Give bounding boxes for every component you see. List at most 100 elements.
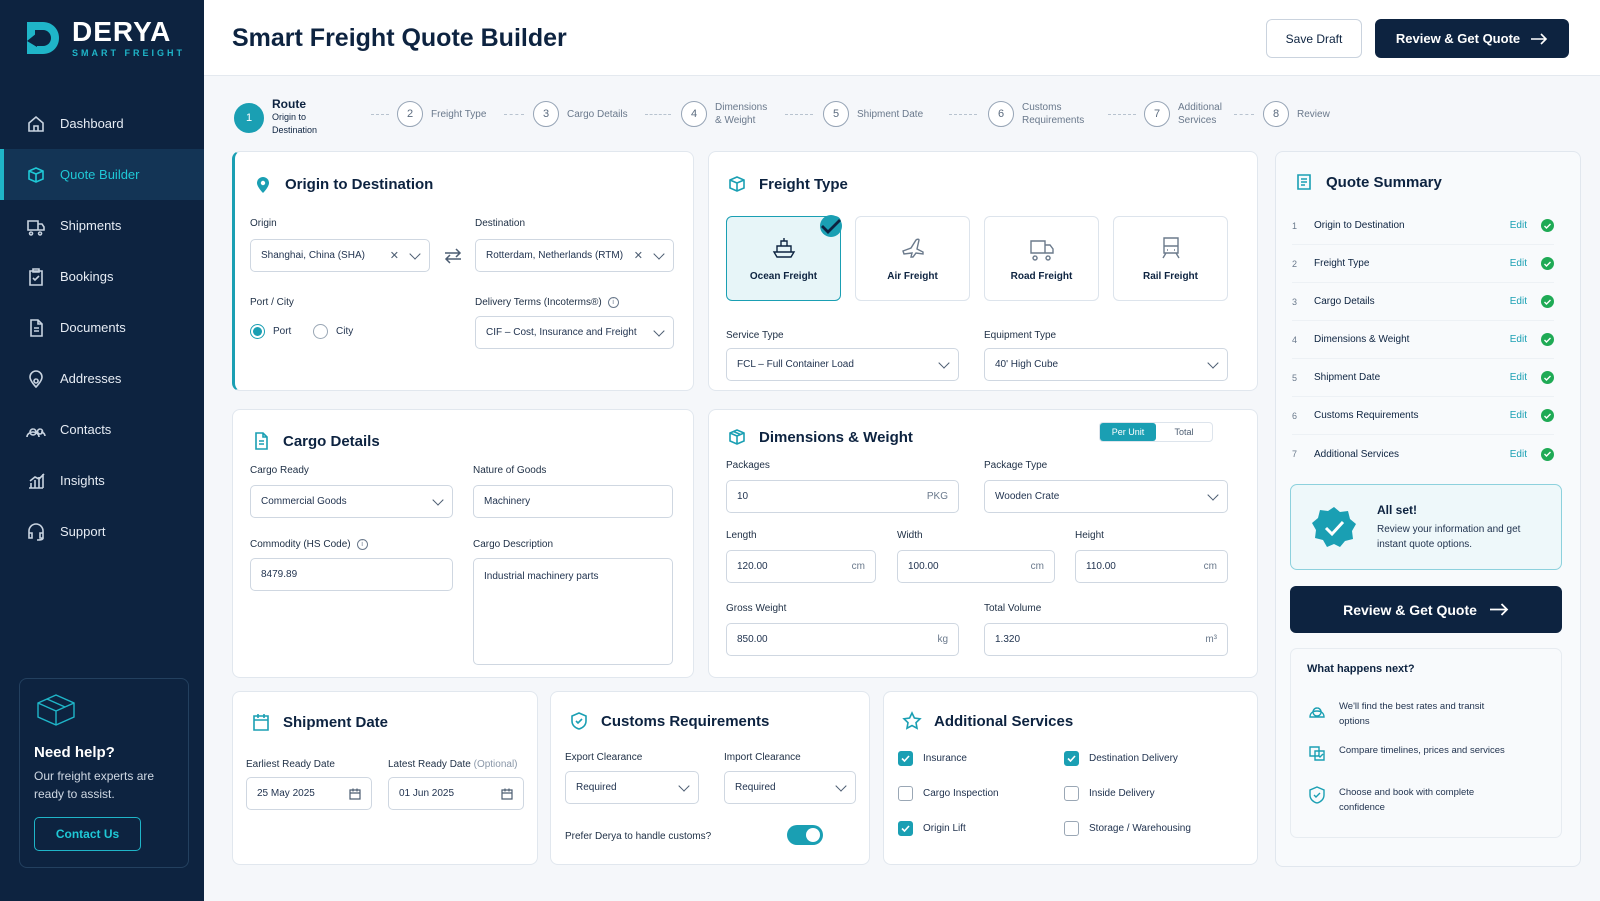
edit-link[interactable]: Edit [1510, 334, 1527, 345]
cargo-description-textarea[interactable]: Industrial machinery parts [473, 558, 673, 665]
services-title: Additional Services [934, 712, 1074, 730]
help-card: Need help? Our freight experts are ready… [19, 678, 189, 868]
summary-row: 4 Dimensions & Weight Edit [1292, 321, 1554, 359]
help-text: Our freight experts are ready to assist. [34, 769, 155, 801]
contact-us-button[interactable]: Contact Us [34, 817, 141, 851]
step-cargo-details[interactable]: 3 Cargo Details [533, 101, 628, 127]
edit-link[interactable]: Edit [1510, 372, 1527, 383]
total-volume-input[interactable]: 1.320 m³ [984, 623, 1228, 656]
step-freight-type[interactable]: 2 Freight Type [397, 101, 486, 127]
summary-row: 2 Freight Type Edit [1292, 245, 1554, 283]
all-set-title: All set! [1377, 503, 1418, 517]
packages-input[interactable]: 10 PKG [726, 480, 959, 513]
step-additional-services[interactable]: 7 Additional Services [1144, 101, 1233, 127]
service-storage[interactable]: Storage / Warehousing [1064, 821, 1191, 836]
summary-row-number: 1 [1292, 220, 1298, 231]
all-set-text: Review your information and get instant … [1377, 524, 1521, 550]
review-get-quote-button[interactable]: Review & Get Quote [1290, 586, 1562, 633]
review-get-quote-button[interactable]: Review & Get Quote [1375, 19, 1569, 58]
latest-date-optional: (Optional) [473, 759, 518, 770]
service-label: Storage / Warehousing [1089, 823, 1191, 834]
sidebar-item-insights[interactable]: Insights [0, 455, 204, 506]
destination-field[interactable]: Rotterdam, Netherlands (RTM) ✕ [475, 239, 674, 272]
step-number: 8 [1263, 101, 1289, 127]
edit-link[interactable]: Edit [1510, 220, 1527, 231]
step-dimensions-weight[interactable]: 4 Dimensions & Weight [681, 101, 775, 127]
latest-date-value: 01 Jun 2025 [399, 788, 455, 799]
service-type-select[interactable]: FCL – Full Container Load [726, 348, 959, 381]
per-unit-total-toggle[interactable]: Per Unit Total [1099, 422, 1213, 442]
edit-link[interactable]: Edit [1510, 296, 1527, 307]
user-icon [1309, 707, 1325, 718]
city-option-label: City [336, 326, 354, 337]
prefer-customs-toggle[interactable] [787, 825, 823, 845]
port-city-label: Port / City [250, 297, 294, 308]
summary-row: 5 Shipment Date Edit [1292, 359, 1554, 397]
earliest-date-input[interactable]: 25 May 2025 [246, 777, 372, 810]
freight-option-rail[interactable]: Rail Freight [1113, 216, 1228, 301]
equipment-type-select[interactable]: 40' High Cube [984, 348, 1228, 381]
save-draft-button[interactable]: Save Draft [1266, 19, 1362, 58]
height-input[interactable]: 110.00 cm [1075, 550, 1228, 583]
edit-link[interactable]: Edit [1510, 410, 1527, 421]
calendar-icon[interactable] [349, 788, 361, 800]
step-review[interactable]: 8 Review [1263, 101, 1330, 127]
service-inside-delivery[interactable]: Inside Delivery [1064, 786, 1155, 801]
origin-field[interactable]: Shanghai, China (SHA) ✕ [250, 239, 430, 272]
incoterms-label: Delivery Terms (Incoterms®) [475, 297, 602, 308]
clear-icon[interactable]: ✕ [634, 249, 643, 262]
header: Smart Freight Quote Builder Save Draft R… [204, 0, 1600, 76]
latest-date-input[interactable]: 01 Jun 2025 [388, 777, 524, 810]
summary-title: Quote Summary [1326, 173, 1442, 191]
edit-link[interactable]: Edit [1510, 449, 1527, 460]
calendar-icon[interactable] [501, 788, 513, 800]
step-route[interactable]: 1 Route Origin to Destination [234, 98, 342, 137]
hs-code-input[interactable]: 8479.89 [250, 558, 453, 591]
length-input[interactable]: 120.00 cm [726, 550, 876, 583]
freight-option-air[interactable]: Air Freight [855, 216, 970, 301]
sidebar-nav: Dashboard Quote Builder Shipments Bookin… [0, 98, 204, 557]
info-icon[interactable]: i [356, 539, 368, 550]
service-insurance[interactable]: Insurance [898, 751, 967, 766]
equipment-type-value: 40' High Cube [995, 359, 1059, 370]
step-shipment-date[interactable]: 5 Shipment Date [823, 101, 923, 127]
total-volume-unit: m³ [1205, 634, 1217, 645]
chevron-down-icon [653, 247, 665, 260]
info-icon[interactable]: i [607, 297, 619, 308]
sidebar-item-bookings[interactable]: Bookings [0, 251, 204, 302]
service-destination-delivery[interactable]: Destination Delivery [1064, 751, 1178, 766]
port-radio[interactable]: Port [250, 324, 291, 339]
width-label: Width [897, 530, 923, 541]
width-input[interactable]: 100.00 cm [897, 550, 1055, 583]
sidebar-item-addresses[interactable]: Addresses [0, 353, 204, 404]
gross-weight-input[interactable]: 850.00 kg [726, 623, 959, 656]
incoterms-select[interactable]: CIF – Cost, Insurance and Freight [475, 316, 674, 349]
swap-icon[interactable] [443, 247, 463, 265]
nature-of-goods-input[interactable]: Machinery [473, 485, 673, 518]
sidebar-item-quote-builder[interactable]: Quote Builder [0, 149, 204, 200]
package-type-select[interactable]: Wooden Crate [984, 480, 1228, 513]
freight-option-ocean[interactable]: Ocean Freight [726, 215, 842, 301]
freight-option-label: Road Freight [1010, 271, 1073, 282]
import-clearance-select[interactable]: Required [724, 771, 856, 804]
sidebar-item-support[interactable]: Support [0, 506, 204, 557]
service-origin-lift[interactable]: Origin Lift [898, 821, 966, 836]
edit-link[interactable]: Edit [1510, 258, 1527, 269]
step-customs[interactable]: 6 Customs Requirements [988, 101, 1092, 127]
service-cargo-inspection[interactable]: Cargo Inspection [898, 786, 999, 801]
sidebar-item-contacts[interactable]: Contacts [0, 404, 204, 455]
freight-option-road[interactable]: Road Freight [984, 216, 1099, 301]
toggle-total[interactable]: Total [1156, 423, 1212, 441]
next-item: Choose and book with complete confidence [1307, 785, 1507, 815]
toggle-per-unit[interactable]: Per Unit [1100, 423, 1156, 441]
logo[interactable]: DERYA SMART FREIGHT [24, 18, 185, 58]
sidebar-item-documents[interactable]: Documents [0, 302, 204, 353]
clear-icon[interactable]: ✕ [390, 249, 399, 262]
city-radio[interactable]: City [313, 324, 353, 339]
ship-icon [772, 238, 795, 258]
sidebar-item-shipments[interactable]: Shipments [0, 200, 204, 251]
sidebar-item-dashboard[interactable]: Dashboard [0, 98, 204, 149]
cargo-ready-select[interactable]: Commercial Goods [250, 485, 453, 518]
export-clearance-select[interactable]: Required [565, 771, 699, 804]
next-item-text: Choose and book with complete confidence [1339, 787, 1475, 813]
